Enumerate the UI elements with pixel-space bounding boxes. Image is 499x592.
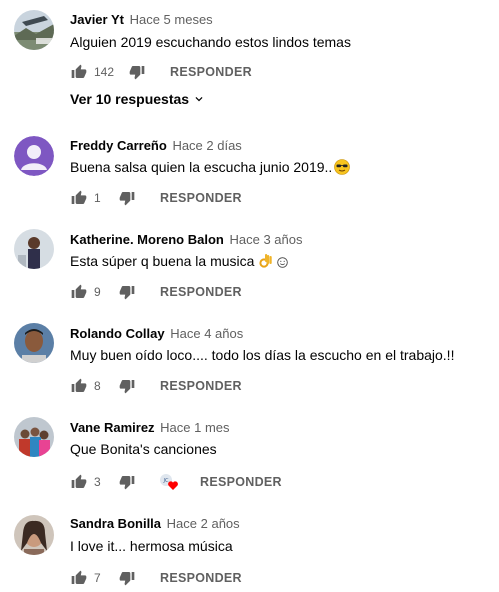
thumbs-down-icon[interactable]: [118, 377, 136, 395]
like-count: 9: [94, 285, 101, 299]
like-count: 7: [94, 571, 101, 585]
avatar[interactable]: [14, 10, 54, 50]
comment-time[interactable]: Hace 1 mes: [160, 420, 229, 435]
comment-text: Esta súper q buena la musica: [70, 253, 255, 270]
thumbs-up-icon[interactable]: [70, 189, 88, 207]
smile-emoji-icon: [277, 255, 289, 271]
comment-time[interactable]: Hace 4 años: [170, 326, 243, 341]
thumbs-up-icon[interactable]: [70, 377, 88, 395]
comment-time[interactable]: Hace 3 años: [229, 232, 302, 247]
view-replies-button[interactable]: Ver 10 respuestas: [70, 91, 206, 107]
reply-button[interactable]: RESPONDER: [160, 285, 242, 299]
sunglasses-emoji-icon: [334, 159, 351, 178]
chevron-down-icon: [192, 92, 206, 106]
author-name[interactable]: Katherine. Moreno Balon: [70, 232, 224, 247]
like-count: 142: [94, 65, 115, 79]
comment-text-row: Esta súper q buena la musica: [70, 253, 289, 272]
author-name[interactable]: Javier Yt: [70, 12, 124, 27]
thumbs-up-icon[interactable]: [70, 473, 88, 491]
author-name[interactable]: Rolando Collay: [70, 326, 165, 341]
comment-text-row: Buena salsa quien la escucha junio 2019.…: [70, 159, 351, 178]
comment-time[interactable]: Hace 5 meses: [130, 12, 213, 27]
thumbs-up-icon[interactable]: [70, 569, 88, 587]
like-count: 1: [94, 191, 101, 205]
comment-time[interactable]: Hace 2 días: [172, 138, 241, 153]
comment-text: Buena salsa quien la escucha junio 2019.…: [70, 159, 333, 176]
comment-text: Muy buen oído loco.... todo los días la …: [70, 347, 455, 363]
avatar[interactable]: [14, 323, 54, 363]
reply-button[interactable]: RESPONDER: [200, 475, 282, 489]
thumbs-up-icon[interactable]: [70, 63, 88, 81]
comment-text: I love it... hermosa música: [70, 538, 233, 554]
comment-text: Alguien 2019 escuchando estos lindos tem…: [70, 34, 351, 50]
reply-button[interactable]: RESPONDER: [160, 571, 242, 585]
avatar[interactable]: [14, 136, 54, 176]
reply-button[interactable]: RESPONDER: [160, 191, 242, 205]
avatar[interactable]: [14, 229, 54, 269]
author-name[interactable]: Vane Ramirez: [70, 420, 155, 435]
thumbs-down-icon[interactable]: [128, 63, 146, 81]
default-user-avatar-icon: [14, 136, 54, 176]
like-count: 3: [94, 475, 101, 489]
view-replies-label: Ver 10 respuestas: [70, 91, 190, 107]
thumbs-down-icon[interactable]: [118, 473, 136, 491]
author-name[interactable]: Freddy Carreño: [70, 138, 167, 153]
author-name[interactable]: Sandra Bonilla: [70, 516, 161, 531]
avatar[interactable]: [14, 417, 54, 457]
creator-heart-icon: JC: [158, 473, 180, 491]
thumbs-down-icon[interactable]: [118, 569, 136, 587]
reply-button[interactable]: RESPONDER: [170, 65, 252, 79]
thumbs-up-icon[interactable]: [70, 283, 88, 301]
thumbs-down-icon[interactable]: [118, 189, 136, 207]
like-count: 8: [94, 379, 101, 393]
comment-text: Que Bonita's canciones: [70, 441, 217, 457]
comment-time[interactable]: Hace 2 años: [167, 516, 240, 531]
ok-hand-emoji-icon: [258, 253, 274, 272]
thumbs-down-icon[interactable]: [118, 283, 136, 301]
reply-button[interactable]: RESPONDER: [160, 379, 242, 393]
svg-text:JC: JC: [163, 478, 169, 484]
avatar[interactable]: [14, 515, 54, 555]
